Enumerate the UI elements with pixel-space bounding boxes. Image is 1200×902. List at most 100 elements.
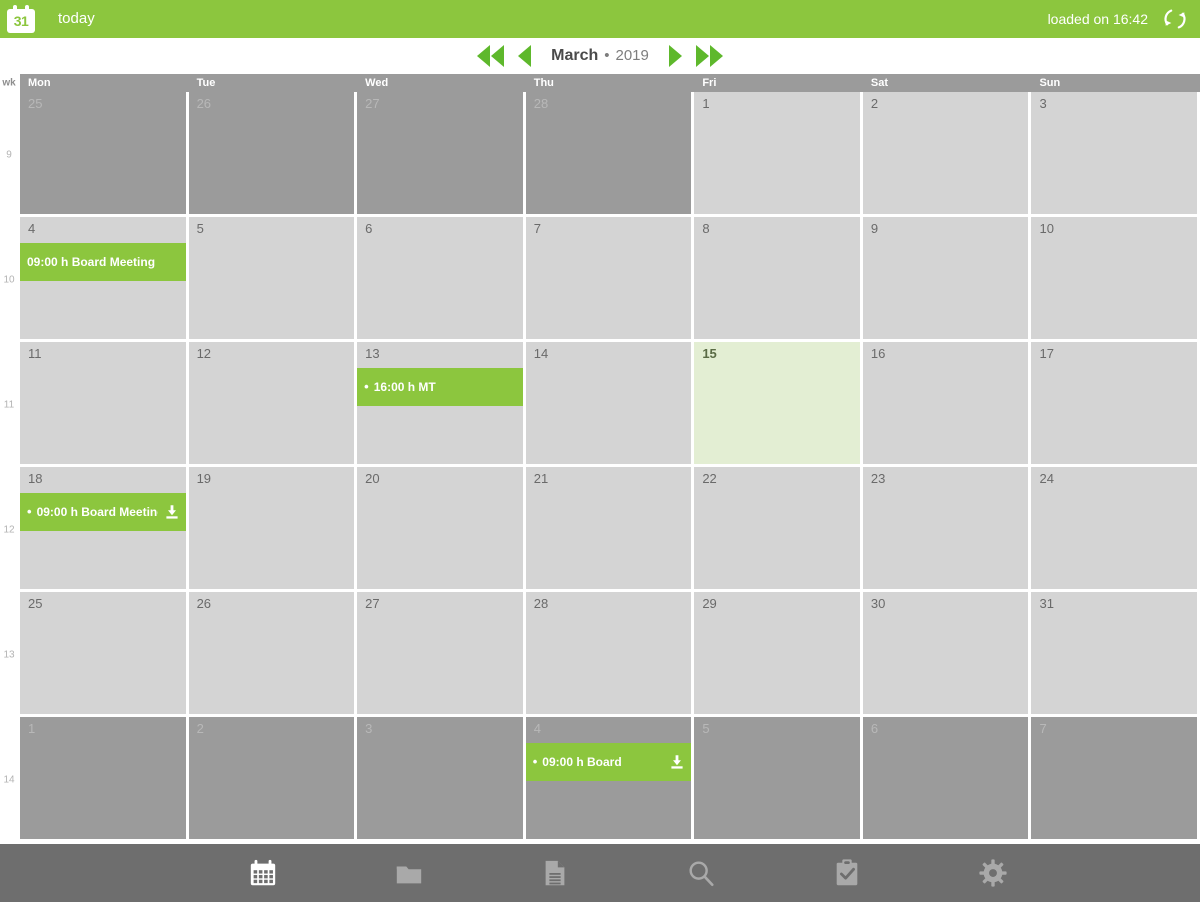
calendar-event[interactable]: • 16:00 h MT (357, 368, 523, 406)
day-cell[interactable]: 8 (694, 217, 860, 339)
day-cell[interactable]: 1 (20, 717, 186, 839)
day-cell[interactable]: 1 (694, 92, 860, 214)
day-cell[interactable]: 28 (525, 592, 692, 714)
event-title: 09:00 h Board Meeting (36, 505, 158, 519)
day-cell[interactable]: 28 (525, 92, 692, 214)
day-cell[interactable]: 2 (862, 92, 1029, 214)
day-cell[interactable]: 25 (20, 592, 186, 714)
event-bullet-icon: • (27, 504, 32, 519)
day-cell[interactable]: 21 (525, 467, 692, 589)
day-cell[interactable]: 5 (188, 217, 355, 339)
event-list: • 09:00 h Board (525, 743, 692, 781)
event-bullet-icon: • (532, 754, 538, 769)
day-cell[interactable]: 22 (694, 467, 860, 589)
day-cell[interactable]: 3 (1031, 92, 1198, 214)
event-title: 09:00 h Board Meeting (27, 255, 156, 269)
calendar-icon (250, 859, 276, 886)
calendar-event[interactable]: • 09:00 h Board (525, 743, 692, 781)
toolbar-folder-button[interactable] (336, 844, 482, 902)
day-number: 1 (702, 96, 710, 111)
day-cell[interactable]: 30 (862, 592, 1029, 714)
day-cell[interactable]: 18 • 09:00 h Board Meeting (20, 467, 186, 589)
day-cell[interactable]: 12 (188, 342, 355, 464)
day-number: 3 (1039, 96, 1047, 111)
day-number: 15 (702, 346, 717, 361)
day-cell[interactable]: 6 (862, 717, 1029, 839)
toolbar-gear-button[interactable] (920, 844, 1066, 902)
day-number: 24 (1039, 471, 1054, 486)
day-of-week-header: Fri (702, 77, 717, 89)
day-cell[interactable]: 29 (694, 592, 860, 714)
day-cell-today[interactable]: 15 (694, 342, 860, 464)
day-cell[interactable]: 27 (357, 592, 523, 714)
day-cell[interactable]: 17 (1031, 342, 1198, 464)
clipboard-check-icon (836, 859, 858, 886)
day-cell[interactable]: 7 (525, 217, 692, 339)
day-cell[interactable]: 16 (862, 342, 1029, 464)
search-icon (689, 861, 714, 887)
day-cell[interactable]: 7 (1031, 717, 1198, 839)
day-cell[interactable]: 3 (357, 717, 523, 839)
day-cell[interactable]: 9 (862, 217, 1029, 339)
day-number: 29 (702, 596, 717, 611)
event-list: • 16:00 h MT (357, 368, 523, 406)
calendar-weeks-container: 9 25 26 27 28 1 2 3 10 4 09:00 h Board Meeting 5 6 7 8… (0, 92, 1200, 842)
calendar-31-icon[interactable]: 31 (6, 4, 36, 34)
day-cell[interactable]: 25 (20, 92, 186, 214)
day-cell[interactable]: 10 (1031, 217, 1198, 339)
day-number: 5 (702, 721, 710, 736)
day-cell[interactable]: 13 • 16:00 h MT (357, 342, 523, 464)
refresh-sync-icon[interactable] (1162, 6, 1188, 32)
gear-icon (979, 859, 1007, 887)
day-cell[interactable]: 26 (188, 92, 355, 214)
today-button[interactable]: today (58, 10, 95, 28)
day-number: 7 (1039, 721, 1047, 736)
week-number: 12 (3, 524, 15, 535)
loaded-timestamp-label: loaded on 16:42 (1047, 11, 1148, 27)
day-cell[interactable]: 23 (862, 467, 1029, 589)
double-right-arrow-icon-second (709, 45, 723, 67)
day-cell[interactable]: 19 (188, 467, 355, 589)
week-number-gutter: 13 (0, 592, 20, 717)
month-name-label: March (551, 47, 599, 64)
week-number-gutter: 9 (0, 92, 20, 217)
calendar-week-row: 14 1 2 3 4 • 09:00 h Board 5 6 7 (0, 717, 1200, 842)
download-icon[interactable] (669, 754, 685, 770)
day-cell[interactable]: 4 • 09:00 h Board (525, 717, 692, 839)
prev-year-button[interactable] (477, 45, 505, 67)
toolbar-document-button[interactable] (482, 844, 628, 902)
month-navigation: March • 2019 (0, 38, 1200, 74)
day-cell[interactable]: 26 (188, 592, 355, 714)
prev-month-button[interactable] (518, 45, 532, 67)
day-cell[interactable]: 27 (357, 92, 523, 214)
day-cell[interactable]: 20 (357, 467, 523, 589)
day-cell[interactable]: 31 (1031, 592, 1198, 714)
toolbar-clipboard-check-button[interactable] (774, 844, 920, 902)
day-of-week-header: Wed (365, 77, 389, 89)
day-cell[interactable]: 6 (357, 217, 523, 339)
week-number-gutter: 10 (0, 217, 20, 342)
day-cell[interactable]: 14 (525, 342, 692, 464)
week-number: 10 (3, 274, 15, 285)
calendar-week-row: 9 25 26 27 28 1 2 3 (0, 92, 1200, 217)
next-month-button[interactable] (668, 45, 682, 67)
toolbar-calendar-button[interactable] (190, 844, 336, 902)
week-number: 14 (3, 774, 15, 785)
day-cell[interactable]: 11 (20, 342, 186, 464)
day-number: 12 (196, 346, 212, 361)
calendar-event[interactable]: • 09:00 h Board Meeting (20, 493, 186, 531)
day-number: 13 (365, 346, 380, 361)
day-number: 4 (533, 721, 541, 736)
calendar-event[interactable]: 09:00 h Board Meeting (20, 243, 186, 281)
week-number-gutter: 11 (0, 342, 20, 467)
day-number: 19 (196, 471, 212, 486)
day-cell[interactable]: 24 (1031, 467, 1198, 589)
download-icon[interactable] (164, 504, 180, 520)
day-cell[interactable]: 2 (188, 717, 355, 839)
day-number: 14 (533, 346, 549, 361)
week-number: 11 (3, 399, 15, 410)
day-cell[interactable]: 5 (694, 717, 860, 839)
toolbar-search-button[interactable] (628, 844, 774, 902)
day-cell[interactable]: 4 09:00 h Board Meeting (20, 217, 186, 339)
next-year-button[interactable] (695, 45, 723, 67)
